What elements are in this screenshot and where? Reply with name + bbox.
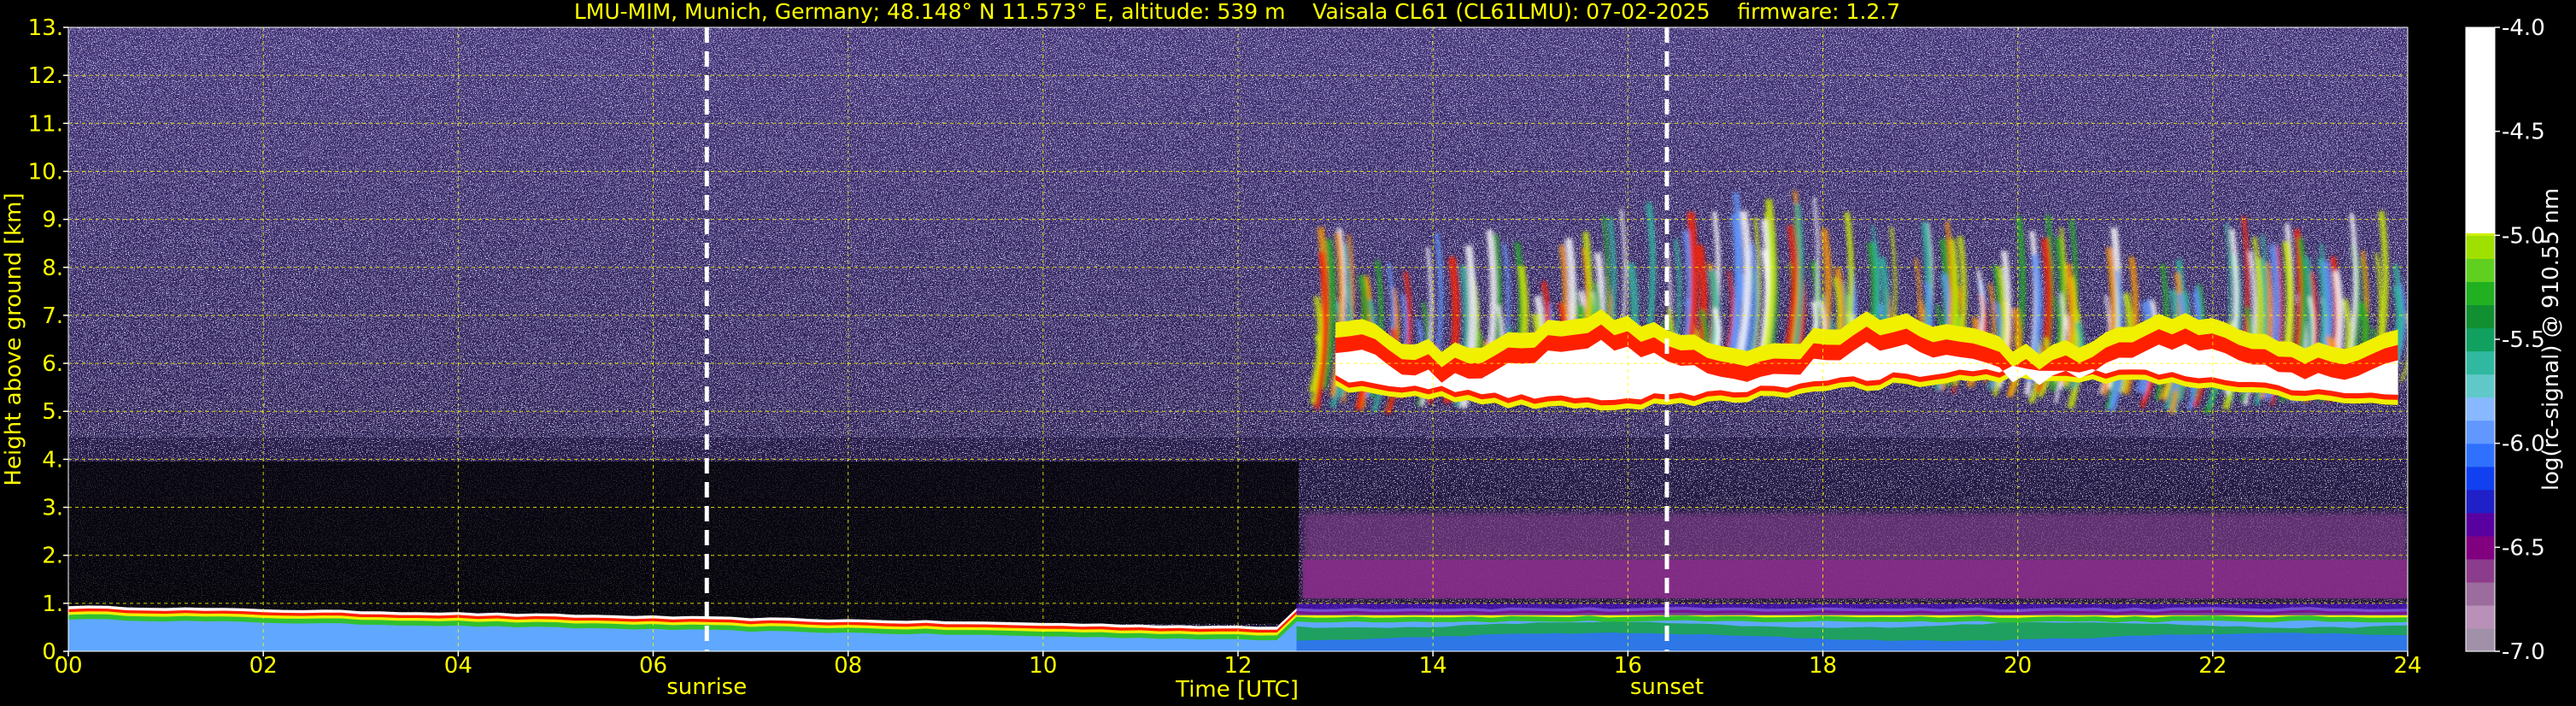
colorbar-tick-label: -4.0	[2502, 15, 2545, 41]
colorbar-segment	[2466, 374, 2495, 398]
colorbar-segment	[2466, 281, 2495, 306]
low-signal-region	[68, 462, 1299, 624]
y-tick-label: 12.	[28, 63, 63, 89]
plot-area	[68, 27, 2408, 651]
aerosol-layer-dense	[1303, 560, 2408, 598]
colorbar-tick-label: -7.0	[2502, 639, 2545, 665]
colorbar-segment	[2466, 535, 2495, 560]
colorbar-segment	[2466, 512, 2495, 537]
x-tick-label: 04	[444, 653, 472, 679]
colorbar-segment	[2466, 581, 2495, 606]
y-tick-label: 10.	[28, 159, 63, 185]
y-tick-label: 8.	[42, 256, 63, 281]
colorbar-segment	[2466, 627, 2495, 652]
colorbar-segment	[2466, 327, 2495, 352]
colorbar-segment	[2466, 558, 2495, 583]
sunrise-label: sunrise	[666, 674, 747, 700]
colorbar-tick-label: -4.5	[2502, 120, 2545, 145]
y-tick-label: 3.	[42, 496, 63, 521]
y-tick-label: 6.	[42, 351, 63, 377]
colorbar: -4.0-4.5-5.0-5.5-6.0-6.5-7.0	[2465, 15, 2545, 665]
x-tick-label: 22	[2198, 653, 2227, 679]
y-axis: 0. 1. 2. 3. 4. 5. 6. 7. 8. 9. 10. 11. 12. 13.	[28, 15, 68, 665]
chart-title: LMU-MIM, Munich, Germany; 48.148° N 11.5…	[574, 0, 1900, 24]
x-tick-label: 18	[1809, 653, 1837, 679]
colorbar-top	[2466, 27, 2495, 233]
y-tick-label: 5.	[42, 399, 63, 425]
x-axis-label: Time [UTC]	[1175, 677, 1299, 703]
y-tick-label: 0.	[42, 639, 63, 665]
x-tick-label: 24	[2393, 653, 2421, 679]
colorbar-segment	[2466, 466, 2495, 491]
colorbar-segment	[2466, 420, 2495, 444]
x-tick-label: 16	[1614, 653, 1642, 679]
x-tick-label: 12	[1223, 653, 1252, 679]
y-tick-label: 13.	[28, 15, 63, 41]
colorbar-segment	[2466, 443, 2495, 468]
x-tick-label: 08	[834, 653, 862, 679]
colorbar-segment	[2466, 489, 2495, 514]
aerosol-top-band	[1296, 603, 2408, 615]
y-axis-label: Height above ground [km]	[1, 192, 26, 485]
x-tick-label: 06	[639, 653, 667, 679]
y-tick-label: 9.	[42, 208, 63, 233]
y-tick-label: 1.	[42, 591, 63, 617]
colorbar-segment	[2466, 604, 2495, 629]
x-tick-label: 14	[1419, 653, 1447, 679]
y-tick-label: 11.	[28, 111, 63, 137]
colorbar-segment	[2466, 350, 2495, 375]
y-tick-label: 2.	[42, 544, 63, 569]
colorbar-label: log(rc-signal) @ 910.55 nm	[2538, 188, 2564, 491]
colorbar-segment	[2466, 258, 2495, 283]
x-tick-label: 20	[2004, 653, 2032, 679]
x-tick-label: 02	[249, 653, 278, 679]
colorbar-segment	[2466, 304, 2495, 329]
colorbar-tick-label: -6.5	[2502, 535, 2545, 561]
x-tick-label: 10	[1029, 653, 1057, 679]
x-axis: 00 02 04 06 08 10 12 14 16 18 20 22 24	[54, 651, 2422, 679]
y-tick-label: 7.	[42, 303, 63, 329]
colorbar-segment	[2466, 235, 2495, 259]
colorbar-segment	[2466, 397, 2495, 421]
ceilometer-chart: sunrise sunset 00 02 04 06 08 10 12 14 16 18 20 22 24…	[1, 0, 2564, 703]
y-tick-label: 4.	[42, 447, 63, 473]
